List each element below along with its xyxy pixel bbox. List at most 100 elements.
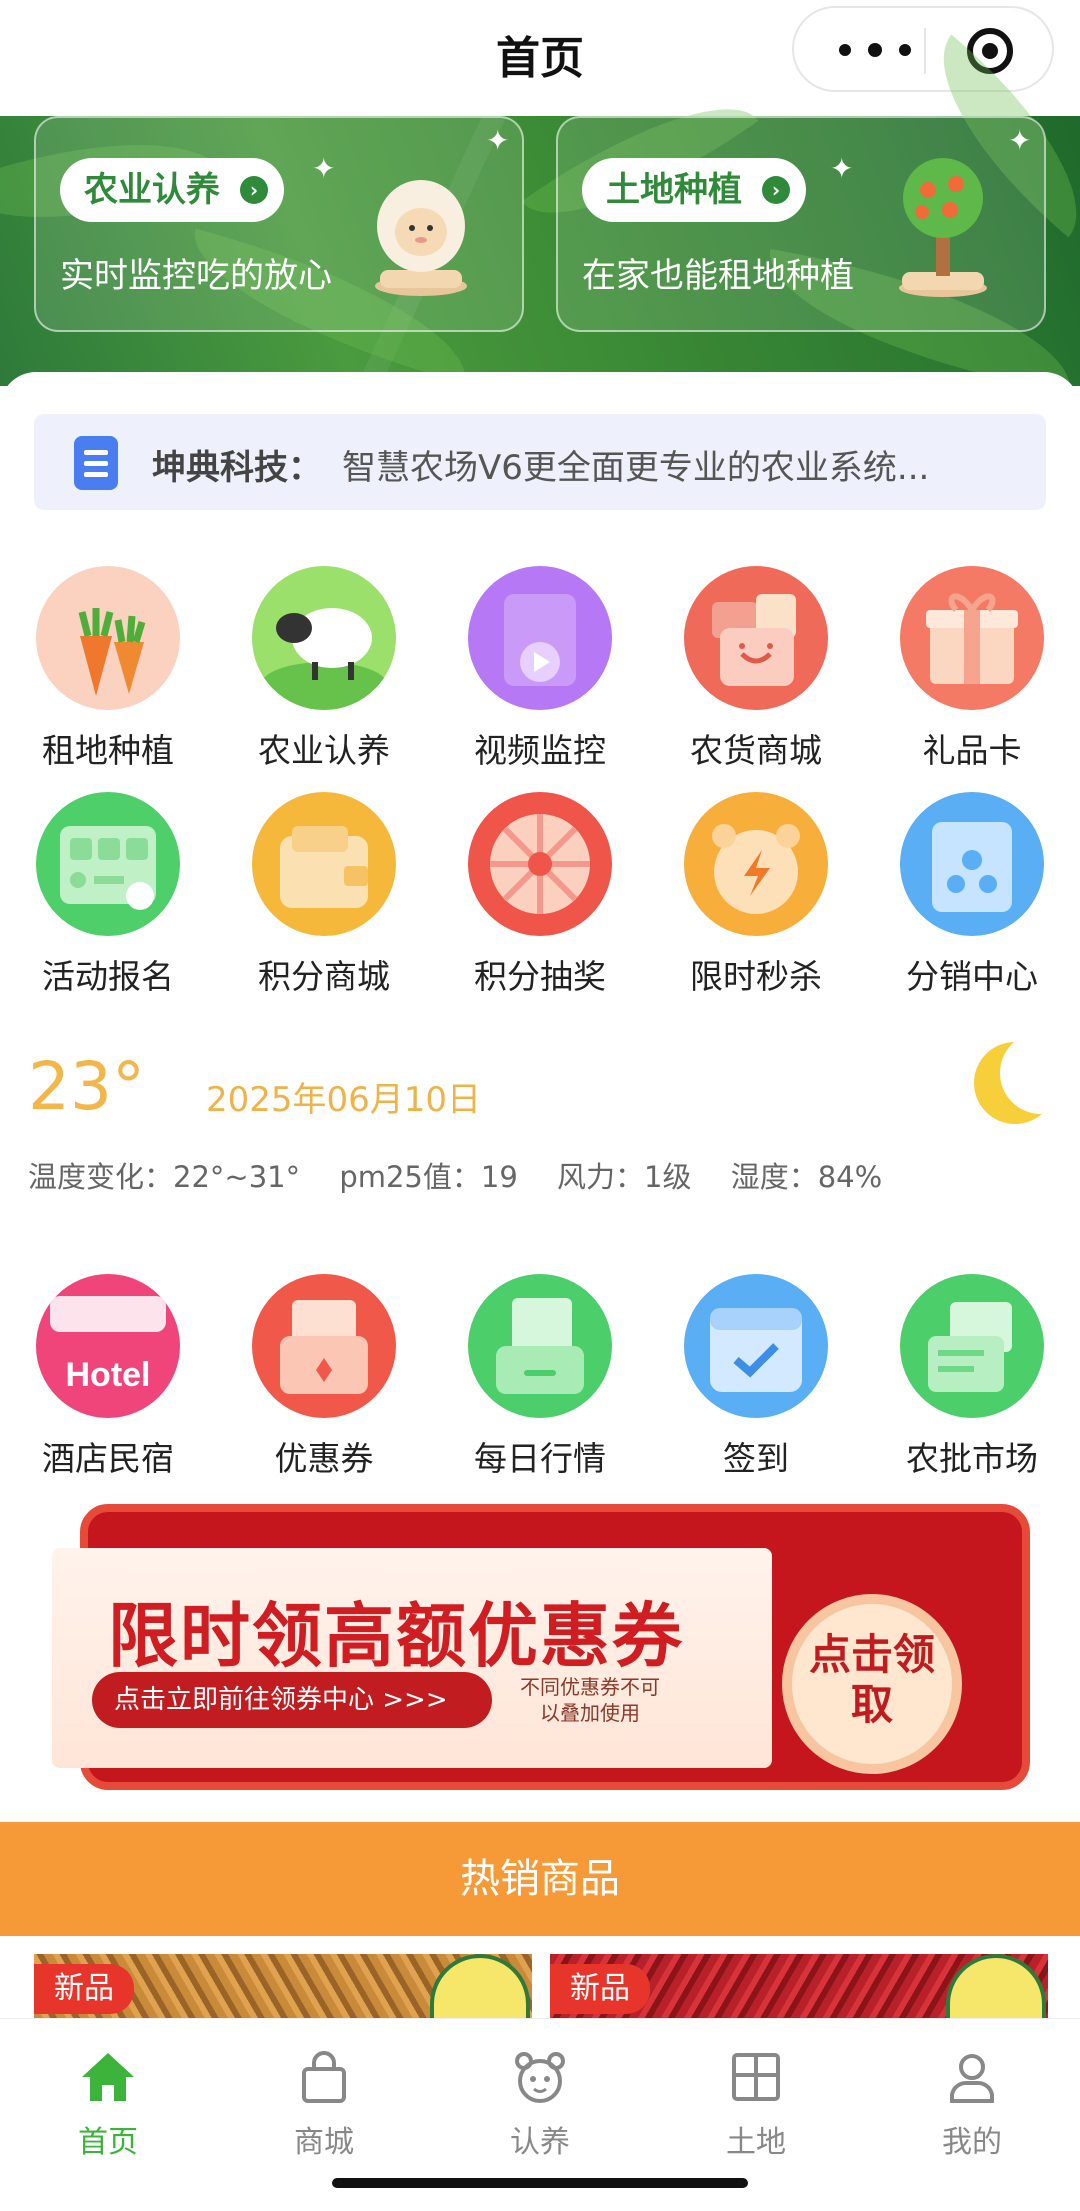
grid-item-farm-mall[interactable]: 农货商城 bbox=[648, 566, 864, 772]
tab-home[interactable]: 首页 bbox=[0, 2049, 216, 2161]
grid-item-points-mall[interactable]: 积分商城 bbox=[216, 792, 432, 998]
announcement-text: 智慧农场V6更全面更专业的农业系统... bbox=[342, 448, 930, 488]
grid-item-video-monitor[interactable]: 视频监控 bbox=[432, 566, 648, 772]
bear-icon bbox=[515, 2052, 565, 2103]
coupon-banner[interactable]: 限时领高额优惠券 点击立即前往领券中心 >>> 不同优惠券不可以叠加使用 点击领… bbox=[40, 1498, 1040, 1798]
grid-item-label: 活动报名 bbox=[42, 957, 174, 996]
alarm-clock-icon bbox=[684, 792, 828, 936]
sparkle-icon: ✦ bbox=[1008, 124, 1032, 157]
grid-item-label: 礼品卡 bbox=[922, 731, 1022, 770]
calendar-check-icon bbox=[684, 1274, 828, 1418]
grid-item-label: 积分抽奖 bbox=[474, 957, 606, 996]
grid-item-hotel[interactable]: Hotel 酒店民宿 bbox=[0, 1274, 216, 1480]
sparkle-icon: ✦ bbox=[486, 124, 510, 157]
shopping-bag-icon bbox=[684, 566, 828, 710]
grid-item-wholesale-market[interactable]: 农批市场 bbox=[864, 1274, 1080, 1480]
capsule-divider bbox=[924, 28, 926, 74]
tab-mall[interactable]: 商城 bbox=[216, 2049, 432, 2161]
grid-item-checkin[interactable]: 签到 bbox=[648, 1274, 864, 1480]
grid-item-gift-card[interactable]: 礼品卡 bbox=[864, 566, 1080, 772]
promo-subtitle: 在家也能租地种植 bbox=[582, 256, 854, 296]
hotel-icon-text: Hotel bbox=[66, 1356, 151, 1394]
grid-item-flash-sale[interactable]: 限时秒杀 bbox=[648, 792, 864, 998]
grid-item-points-lottery[interactable]: 积分抽奖 bbox=[432, 792, 648, 998]
grid-item-label: 农批市场 bbox=[906, 1439, 1038, 1478]
hot-products-header: 热销商品 bbox=[0, 1822, 1080, 1936]
chevron-right-icon: › bbox=[762, 176, 790, 204]
grid-item-label: 视频监控 bbox=[474, 731, 606, 770]
grid-item-event-signup[interactable]: 活动报名 bbox=[0, 792, 216, 998]
registration-card-icon bbox=[36, 792, 180, 936]
carrot-icon bbox=[36, 566, 180, 710]
tab-mine[interactable]: 我的 bbox=[864, 2049, 1080, 2161]
weather-humidity: 湿度：84% bbox=[730, 1160, 883, 1194]
tab-label: 认养 bbox=[510, 2125, 570, 2160]
grid-item-rent-land[interactable]: 租地种植 bbox=[0, 566, 216, 772]
user-icon bbox=[950, 2054, 994, 2103]
sheep-icon bbox=[252, 566, 396, 710]
new-badge: 新品 bbox=[550, 1964, 650, 2014]
chevron-right-icon: › bbox=[240, 176, 268, 204]
promo-tag-adoption: 农业认养 › bbox=[60, 158, 284, 222]
home-indicator bbox=[332, 2178, 748, 2188]
grid-item-label: 每日行情 bbox=[474, 1439, 606, 1478]
hero-banner: 农业认养 › 实时监控吃的放心 ✦ ✦ 土地种植 › 在家也能租地种植 ✦ ✦ bbox=[0, 34, 1080, 394]
promo-card-adoption[interactable]: 农业认养 › 实时监控吃的放心 ✦ ✦ bbox=[34, 116, 524, 332]
receipt-icon bbox=[900, 1274, 1044, 1418]
more-icon[interactable] bbox=[830, 30, 920, 70]
product-card[interactable]: 新品 bbox=[550, 1954, 1048, 2018]
weather-temp-range: 温度变化：22°~31° bbox=[28, 1160, 301, 1194]
fruit-tree-icon bbox=[899, 158, 987, 297]
grid-item-label: 农业认养 bbox=[258, 731, 390, 770]
wallet-icon bbox=[252, 792, 396, 936]
weather-temperature: 23° bbox=[28, 1048, 145, 1125]
grid-item-coupon[interactable]: 优惠券 bbox=[216, 1274, 432, 1480]
weather-wind: 风力：1级 bbox=[557, 1160, 692, 1194]
gift-box-icon bbox=[900, 566, 1044, 710]
promo-tag-label: 农业认养 bbox=[84, 170, 220, 210]
weather-pm25: pm25值：19 bbox=[339, 1160, 518, 1194]
home-icon bbox=[82, 2053, 134, 2101]
grid-land-icon bbox=[732, 2053, 780, 2101]
prize-wheel-icon bbox=[468, 792, 612, 936]
tab-land[interactable]: 土地 bbox=[648, 2049, 864, 2161]
grid-item-label: 积分商城 bbox=[258, 957, 390, 996]
promo-subtitle: 实时监控吃的放心 bbox=[60, 256, 332, 296]
promo-card-land[interactable]: 土地种植 › 在家也能租地种植 ✦ ✦ bbox=[556, 116, 1046, 332]
promo-tag-label: 土地种植 bbox=[606, 170, 742, 210]
grid-item-label: 酒店民宿 bbox=[42, 1439, 174, 1478]
tab-label: 首页 bbox=[78, 2125, 138, 2160]
grid-item-adoption[interactable]: 农业认养 bbox=[216, 566, 432, 772]
news-tray-icon bbox=[468, 1274, 612, 1418]
hotel-icon: Hotel bbox=[36, 1274, 180, 1418]
coupon-note: 不同优惠券不可以叠加使用 bbox=[520, 1675, 660, 1725]
claim-coupon-button[interactable]: 点击领取 bbox=[782, 1594, 962, 1774]
bottom-tab-bar: 首页 商城 认养 土地 我的 bbox=[0, 2018, 1080, 2168]
coupon-center-link[interactable]: 点击立即前往领券中心 >>> bbox=[92, 1672, 492, 1728]
grid-item-label: 签到 bbox=[723, 1439, 789, 1478]
tab-label: 商城 bbox=[294, 2125, 354, 2160]
grid-item-label: 农货商城 bbox=[690, 731, 822, 770]
sparkle-icon: ✦ bbox=[312, 152, 336, 185]
tab-label: 我的 bbox=[942, 2125, 1002, 2160]
grid-item-label: 限时秒杀 bbox=[690, 957, 822, 996]
weather-details: 温度变化：22°~31° pm25值：19 风力：1级 湿度：84% bbox=[28, 1154, 912, 1196]
new-badge: 新品 bbox=[34, 1964, 134, 2014]
sheep-icon bbox=[375, 180, 467, 296]
grid-item-distribution[interactable]: 分销中心 bbox=[864, 792, 1080, 998]
tab-adopt[interactable]: 认养 bbox=[432, 2049, 648, 2161]
coupon-icon bbox=[252, 1274, 396, 1418]
grid-item-label: 优惠券 bbox=[274, 1439, 374, 1478]
miniprogram-capsule bbox=[792, 6, 1054, 92]
promo-tag-land: 土地种植 › bbox=[582, 158, 806, 222]
video-play-icon bbox=[468, 566, 612, 710]
sparkle-icon: ✦ bbox=[830, 152, 854, 185]
coupon-title: 限时领高额优惠券 bbox=[108, 1595, 684, 1677]
product-card[interactable]: 新品 bbox=[34, 1954, 532, 2018]
distribution-icon bbox=[900, 792, 1044, 936]
grid-item-daily-market[interactable]: 每日行情 bbox=[432, 1274, 648, 1480]
announcement-label: 坤典科技： bbox=[152, 448, 322, 488]
grid-item-label: 分销中心 bbox=[906, 957, 1038, 996]
tab-label: 土地 bbox=[726, 2125, 786, 2160]
announcement-bar[interactable]: 坤典科技： 智慧农场V6更全面更专业的农业系统... bbox=[34, 414, 1046, 510]
